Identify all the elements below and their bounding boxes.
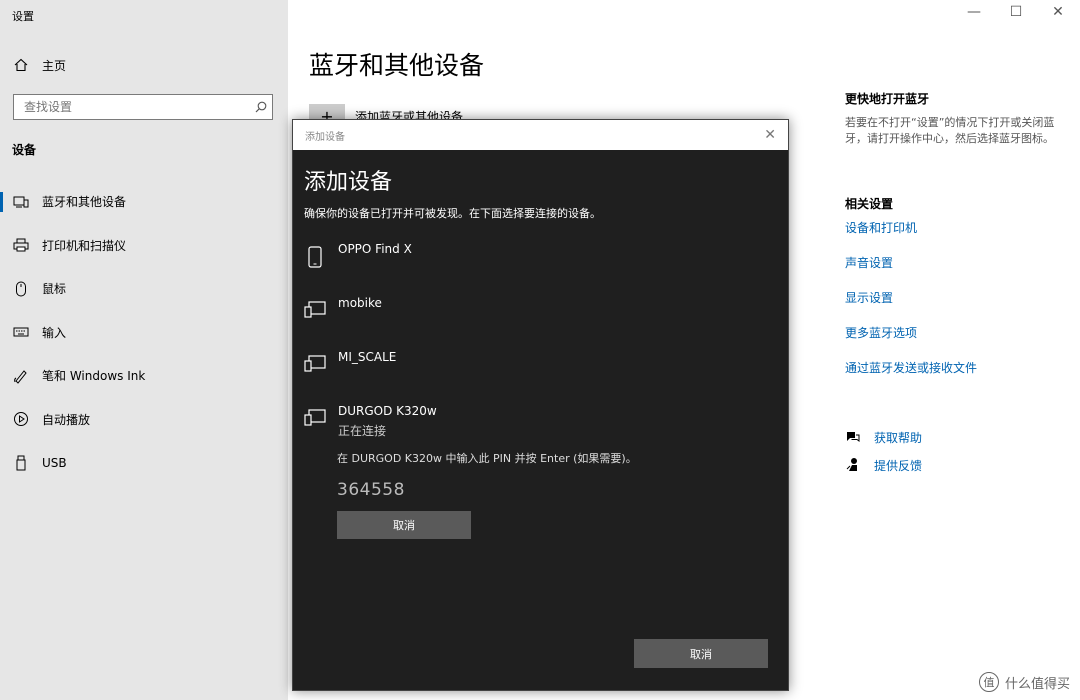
minimize-button[interactable]: —	[964, 4, 984, 20]
sidebar-item-label: 输入	[42, 325, 67, 340]
phone-icon	[304, 242, 326, 268]
device-status: 正在连接	[338, 424, 387, 438]
add-device-dialog: 添加设备 ✕ 添加设备 确保你的设备已打开并可被发现。在下面选择要连接的设备。 …	[292, 119, 789, 691]
link-more-bluetooth[interactable]: 更多蓝牙选项	[845, 323, 1070, 358]
quick-bluetooth-title: 更快地打开蓝牙	[845, 92, 930, 106]
quick-bluetooth-desc: 若要在不打开“设置”的情况下打开或关闭蓝牙，请打开操作中心，然后选择蓝牙图标。	[845, 116, 1055, 145]
sidebar-item-label: 自动播放	[42, 412, 91, 427]
nav-list: 蓝牙和其他设备 打印机和扫描仪 鼠标 输入 笔和 Windows Ink 自动播…	[0, 180, 288, 485]
window-controls: — ☐ ✕	[964, 4, 1068, 20]
watermark-logo: 值	[978, 672, 999, 692]
pin-code: 364558	[337, 480, 405, 500]
feedback-icon	[845, 457, 863, 473]
get-help-link[interactable]: 获取帮助	[845, 423, 1070, 451]
sidebar-item-pen[interactable]: 笔和 Windows Ink	[0, 354, 288, 398]
right-panel: 更快地打开蓝牙 若要在不打开“设置”的情况下打开或关闭蓝牙，请打开操作中心，然后…	[845, 90, 1070, 479]
device-name: MI_SCALE	[338, 350, 397, 364]
search-input[interactable]	[24, 100, 250, 114]
sidebar-item-bluetooth[interactable]: 蓝牙和其他设备	[0, 180, 288, 224]
cancel-button[interactable]: 取消	[634, 639, 768, 668]
sidebar-item-label: USB	[42, 455, 67, 470]
keyboard-icon	[12, 323, 30, 341]
section-title: 设备	[12, 143, 37, 157]
sidebar: 设置 主页 设备 蓝牙和其他设备 打印机和扫描仪	[0, 0, 288, 700]
home-icon	[12, 58, 30, 72]
device-item-connecting[interactable]: DURGOD K320w 正在连接	[304, 404, 437, 439]
page-title: 蓝牙和其他设备	[309, 51, 485, 80]
dialog-titlebar: 添加设备 ✕	[293, 120, 788, 150]
link-sound-settings[interactable]: 声音设置	[845, 253, 1070, 288]
link-display-settings[interactable]: 显示设置	[845, 288, 1070, 323]
device-item[interactable]: MI_SCALE	[304, 350, 396, 372]
sidebar-item-typing[interactable]: 输入	[0, 311, 288, 355]
link-devices-printers[interactable]: 设备和打印机	[845, 218, 1070, 253]
device-item[interactable]: OPPO Find X	[304, 242, 412, 268]
device-icon	[304, 404, 326, 439]
sidebar-item-mouse[interactable]: 鼠标	[0, 267, 288, 311]
close-button[interactable]: ✕	[1048, 4, 1068, 20]
nav-home-label: 主页	[42, 58, 67, 73]
dialog-subtitle: 确保你的设备已打开并可被发现。在下面选择要连接的设备。	[304, 207, 601, 220]
maximize-button[interactable]: ☐	[1006, 4, 1026, 20]
usb-icon	[12, 454, 30, 472]
bluetooth-devices-icon	[12, 193, 30, 211]
sidebar-item-usb[interactable]: USB	[0, 441, 288, 485]
app-title: 设置	[12, 10, 34, 23]
search-box[interactable]	[13, 94, 273, 120]
device-name: DURGOD K320w	[338, 404, 437, 418]
related-settings-title: 相关设置	[845, 197, 894, 211]
mouse-icon	[12, 280, 30, 298]
pin-prompt: 在 DURGOD K320w 中输入此 PIN 并按 Enter (如果需要)。	[337, 452, 637, 465]
device-name: OPPO Find X	[338, 242, 412, 256]
watermark-text: 什么值得买	[1004, 676, 1070, 692]
printer-icon	[12, 236, 30, 254]
sidebar-item-autoplay[interactable]: 自动播放	[0, 398, 288, 442]
get-help-label: 获取帮助	[874, 430, 923, 445]
related-links: 设备和打印机 声音设置 显示设置 更多蓝牙选项 通过蓝牙发送或接收文件	[845, 218, 1070, 393]
search-icon[interactable]	[250, 101, 272, 113]
feedback-label: 提供反馈	[874, 458, 923, 473]
sidebar-item-label: 鼠标	[42, 282, 67, 297]
sidebar-item-label: 蓝牙和其他设备	[42, 195, 127, 210]
pen-icon	[12, 367, 30, 385]
sidebar-item-label: 笔和 Windows Ink	[42, 369, 146, 384]
watermark: 值 什么值得买	[978, 672, 1070, 692]
cancel-pairing-button[interactable]: 取消	[337, 511, 471, 539]
sidebar-item-printers[interactable]: 打印机和扫描仪	[0, 224, 288, 268]
nav-home[interactable]: 主页	[12, 54, 66, 76]
dialog-close-icon[interactable]: ✕	[764, 127, 776, 143]
device-item[interactable]: mobike	[304, 296, 382, 318]
feedback-link[interactable]: 提供反馈	[845, 451, 1070, 479]
dialog-window-title: 添加设备	[305, 131, 345, 143]
dialog-heading: 添加设备	[304, 170, 393, 195]
sidebar-item-label: 打印机和扫描仪	[42, 238, 127, 253]
help-icon	[845, 430, 863, 444]
device-icon	[304, 296, 326, 318]
link-bluetooth-files[interactable]: 通过蓝牙发送或接收文件	[845, 358, 1070, 393]
device-name: mobike	[338, 296, 382, 310]
device-icon	[304, 350, 326, 372]
autoplay-icon	[12, 410, 30, 428]
